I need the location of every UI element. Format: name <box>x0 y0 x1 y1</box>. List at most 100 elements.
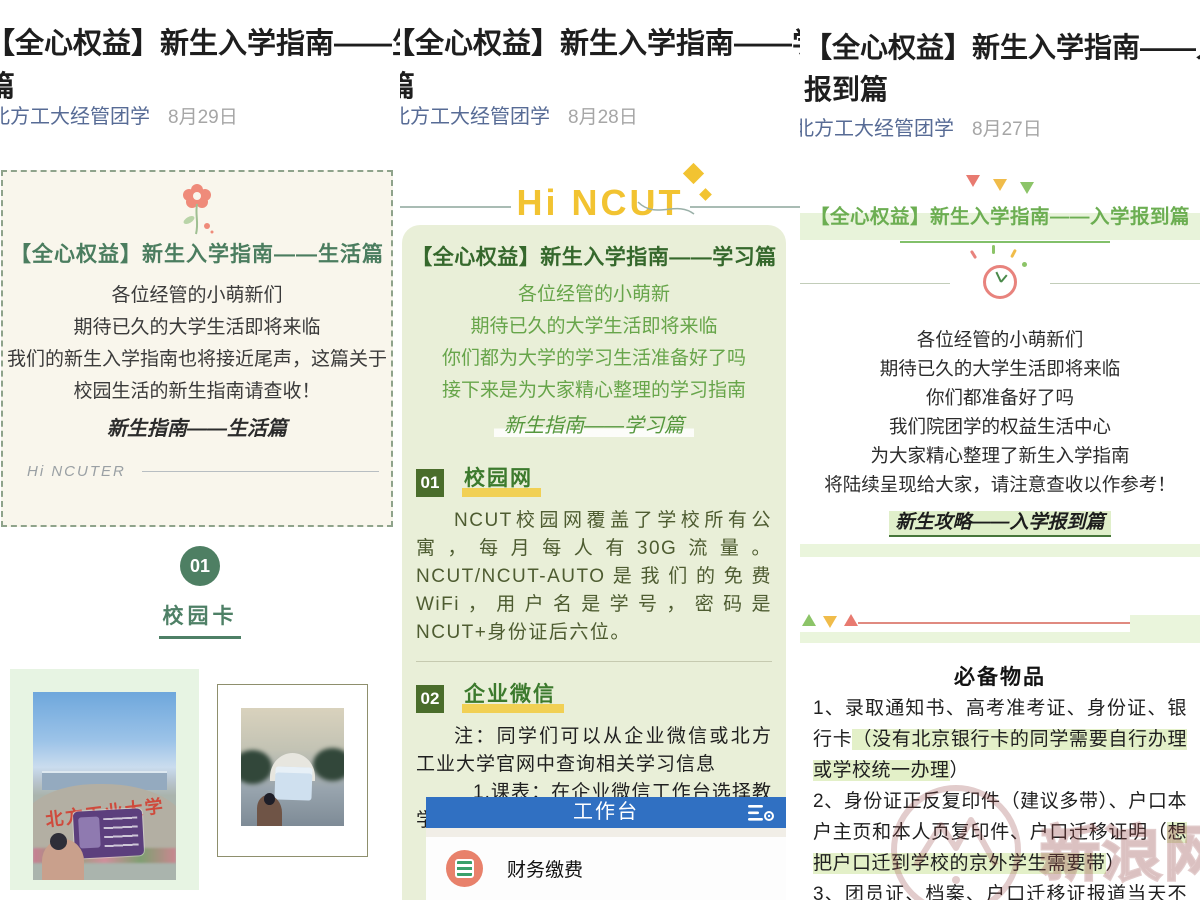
section-title-campus-card: 校园卡 <box>0 600 400 630</box>
network-paragraph: NCUT校园网覆盖了学校所有公寓，每月每人有30G流量。NCUT/NCUT-AU… <box>416 507 772 647</box>
article-column-life: 【全心权益】新生入学指南——生活篇 北方工大经管团学 8月29日 【全心权益】新… <box>0 0 400 900</box>
checklist-item: 1、录取通知书、高考准考证、身份证、银行卡（没有北京银行卡的同学需要自行办理或学… <box>813 693 1187 786</box>
intro-line: 各位经管的小萌新 <box>402 279 786 311</box>
hi-ncuter-label: Hi NCUTER <box>27 463 126 480</box>
card-title: 【全心权益】新生入学指南——学习篇 <box>402 225 786 271</box>
card-slogan: 新生指南——生活篇 <box>3 412 391 441</box>
workbench-row-label: 财务缴费 <box>507 855 583 882</box>
author-link[interactable]: 北方工大经管团学 <box>800 112 954 141</box>
sparkle-icon <box>683 163 704 184</box>
swoosh-line <box>636 198 696 220</box>
article-title-study: 【全心权益】新生入学指南——学习篇 <box>400 23 800 109</box>
article-meta: 北方工大经管团学 8月28日 <box>400 100 638 129</box>
wecom-note: 注：同学们可以从企业微信或北方工业大学官网中查询相关学习信息 <box>416 723 772 779</box>
triangle-icon <box>823 616 837 628</box>
card-body: 各位经管的小萌新们 期待已久的大学生活即将来临 我们的新生入学指南也将接近尾声，… <box>3 280 391 408</box>
intro-line: 为大家精心整理了新生入学指南 <box>800 441 1200 470</box>
triangle-icon <box>966 175 980 187</box>
article-title-registration: 【全心权益】新生入学指南——入学报到篇 <box>804 27 1200 111</box>
workbench-title: 工作台 <box>426 797 786 828</box>
article-column-registration: 【全心权益】新生入学指南——入学报到篇 北方工大经管团学 8月27日 【全心权益… <box>800 0 1200 900</box>
workbench-panel: 财务缴费 复学码 <box>426 837 786 900</box>
triangle-icon <box>993 179 1007 191</box>
intro-line: 将陆续呈现给大家，请注意查收以作参考！ <box>800 470 1200 499</box>
campus-photo-gate <box>241 708 344 826</box>
author-link[interactable]: 北方工大经管团学 <box>400 100 550 129</box>
green-band <box>800 544 1200 557</box>
triangle-icon <box>802 614 816 626</box>
registration-title: 【全心权益】新生入学指南——入学报到篇 <box>800 200 1200 229</box>
triangle-decoration-row <box>800 175 1200 187</box>
article-collage: 【全心权益】新生入学指南——生活篇 北方工大经管团学 8月29日 【全心权益】新… <box>0 0 1200 900</box>
highlighted-text: （没有北京银行卡的同学需要自行办理或学校统一办理 <box>813 729 1187 781</box>
registration-slogan: 新生攻略——入学报到篇 <box>800 507 1200 534</box>
workbench-screenshot[interactable]: 工作台 财务缴费 复学码 <box>426 797 786 900</box>
publish-date: 8月29日 <box>168 102 238 129</box>
nail-shape <box>264 793 275 805</box>
section-number-badge: 01 <box>180 546 220 586</box>
triangle-icon <box>1020 182 1034 194</box>
flower-icon <box>175 180 219 236</box>
hi-ncuter-row: Hi NCUTER <box>3 463 391 480</box>
publish-date: 8月28日 <box>568 102 638 129</box>
photo-frame-right[interactable] <box>217 684 368 857</box>
divider-line <box>800 283 950 284</box>
intro-text: 各位经管的小萌新们 期待已久的大学生活即将来临 你们都准备好了吗 我们院团学的权… <box>800 325 1200 499</box>
intro-line: 你们都准备好了吗 <box>800 383 1200 412</box>
card-intro: 各位经管的小萌新 期待已久的大学生活即将来临 你们都为大学的学习生活准备好了吗 … <box>402 279 786 407</box>
checklist: 1、录取通知书、高考准考证、身份证、银行卡（没有北京银行卡的同学需要自行办理或学… <box>800 693 1200 900</box>
title-underline <box>900 241 1110 243</box>
finance-payment-icon <box>446 850 483 887</box>
triangle-icon <box>844 614 858 626</box>
campus-photo-stone: 北方工业大学 <box>33 692 176 880</box>
campus-card-blue <box>274 766 312 800</box>
author-link[interactable]: 北方工大经管团学 <box>0 100 150 129</box>
checklist-item: 3、团员证、档案、户口迁移证报道当天不收取 <box>813 879 1187 900</box>
filter-settings-icon <box>748 804 774 822</box>
body-line: 期待已久的大学生活即将来临 <box>7 312 387 344</box>
section-divider <box>416 661 772 662</box>
section-header-network: 01 校园网 <box>416 462 786 497</box>
hi-ncut-banner: Hi NCUT <box>400 182 800 224</box>
checklist-heading: 必备物品 <box>800 661 1200 691</box>
section-title-underline <box>159 636 241 639</box>
intro-line: 各位经管的小萌新们 <box>800 325 1200 354</box>
intro-line: 你们都为大学的学习生活准备好了吗 <box>402 343 786 375</box>
divider-line <box>142 471 379 472</box>
intro-line: 期待已久的大学生活即将来临 <box>800 354 1200 383</box>
workbench-gap <box>426 828 786 837</box>
intro-card-life: 【全心权益】新生入学指南——生活篇 各位经管的小萌新们 期待已久的大学生活即将来… <box>1 170 393 527</box>
green-band-right <box>1130 615 1200 632</box>
tree-shape <box>241 750 272 783</box>
section-number-badge: 02 <box>416 685 444 713</box>
body-line: 我们的新生入学指南也将接近尾声，这篇关于校园生活的新生指南请查收！ <box>7 344 387 408</box>
intro-line: 期待已久的大学生活即将来临 <box>402 311 786 343</box>
section-title-network: 校园网 <box>462 462 541 497</box>
divider-line <box>1050 283 1200 284</box>
photo-frame-left[interactable]: 北方工业大学 <box>10 669 199 890</box>
card-title: 【全心权益】新生入学指南——生活篇 <box>3 238 391 268</box>
body-line: 各位经管的小萌新们 <box>7 280 387 312</box>
section-title-wecom: 企业微信 <box>462 678 564 713</box>
clock-icon <box>983 265 1017 299</box>
triangle-divider-row <box>802 614 858 626</box>
article-title-life: 【全心权益】新生入学指南——生活篇 <box>0 23 400 109</box>
card-photo-area <box>79 817 101 849</box>
article-column-study: 【全心权益】新生入学指南——学习篇 北方工大经管团学 8月28日 Hi NCUT… <box>400 0 800 900</box>
article-meta: 北方工大经管团学 8月27日 <box>800 112 1042 141</box>
clock-spark <box>970 250 977 259</box>
clock-spark <box>1010 249 1017 258</box>
clock-spark <box>1022 262 1027 267</box>
intro-line: 我们院团学的权益生活中心 <box>800 412 1200 441</box>
section-header-wecom: 02 企业微信 <box>416 678 786 713</box>
publish-date: 8月27日 <box>972 114 1042 141</box>
workbench-row-finance: 财务缴费 <box>446 845 786 891</box>
clock-spark <box>992 245 995 254</box>
article-meta: 北方工大经管团学 8月29日 <box>0 100 238 129</box>
intro-line: 接下来是为大家精心整理的学习指南 <box>402 375 786 407</box>
workbench-titlebar: 工作台 <box>426 797 786 828</box>
tree-shape <box>313 748 344 781</box>
card-slogan: 新生指南——学习篇 <box>402 409 786 438</box>
green-band <box>800 632 1200 643</box>
workbench-row-code: 复学码 <box>446 895 786 900</box>
